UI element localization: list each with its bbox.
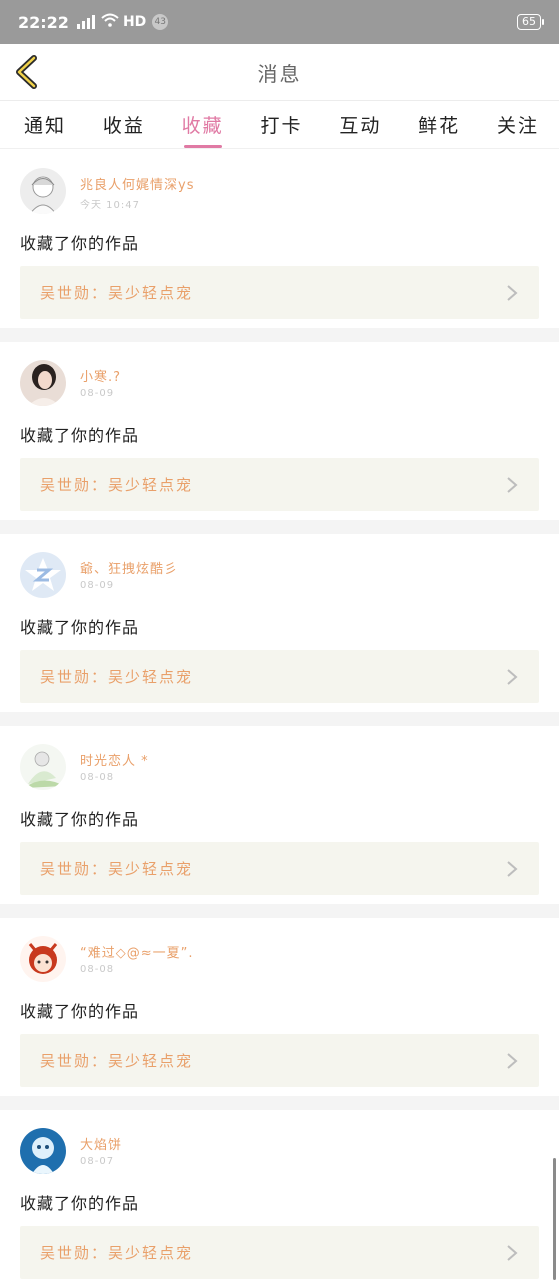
user-name[interactable]: “难过◇@≈一夏”. xyxy=(80,942,194,961)
chevron-right-icon xyxy=(507,284,518,301)
tab-flowers[interactable]: 鲜花 xyxy=(416,103,462,146)
divider xyxy=(0,520,559,534)
work-title: 吴世勋：吴少轻点宠 xyxy=(40,668,194,686)
list-item: “难过◇@≈一夏”. 08-08 收藏了你的作品 吴世勋：吴少轻点宠 xyxy=(0,918,559,1096)
timestamp: 08-09 xyxy=(80,580,115,591)
timestamp: 今天 10:47 xyxy=(80,200,140,211)
timestamp: 08-07 xyxy=(80,1156,115,1167)
tab-bar: 通知 收益 收藏 打卡 互动 鲜花 关注 xyxy=(0,101,559,149)
list-item: 小寒.? 08-09 收藏了你的作品 吴世勋：吴少轻点宠 xyxy=(0,342,559,520)
tab-follows[interactable]: 关注 xyxy=(495,103,541,146)
work-title: 吴世勋：吴少轻点宠 xyxy=(40,476,194,494)
action-text: 收藏了你的作品 xyxy=(20,810,140,829)
work-link[interactable]: 吴世勋：吴少轻点宠 xyxy=(20,458,539,511)
avatar[interactable] xyxy=(20,552,66,598)
action-text: 收藏了你的作品 xyxy=(20,618,140,637)
work-link[interactable]: 吴世勋：吴少轻点宠 xyxy=(20,1226,539,1279)
tab-earnings[interactable]: 收益 xyxy=(101,103,147,146)
chevron-right-icon xyxy=(507,860,518,877)
work-title: 吴世勋：吴少轻点宠 xyxy=(40,860,194,878)
list-item: 时光恋人 * 08-08 收藏了你的作品 吴世勋：吴少轻点宠 xyxy=(0,726,559,904)
notification-count-badge: 43 xyxy=(152,14,169,30)
chevron-right-icon xyxy=(507,668,518,685)
work-link[interactable]: 吴世勋：吴少轻点宠 xyxy=(20,842,539,895)
work-title: 吴世勋：吴少轻点宠 xyxy=(40,1244,194,1262)
list-item: 兆良人何娓情深ys 今天 10:47 收藏了你的作品 吴世勋：吴少轻点宠 xyxy=(0,150,559,328)
action-text: 收藏了你的作品 xyxy=(20,1194,140,1213)
tab-interactions[interactable]: 互动 xyxy=(337,103,383,146)
page-title: 消息 xyxy=(257,61,302,86)
user-name[interactable]: 大焰饼 xyxy=(80,1134,122,1153)
list-item: 大焰饼 08-07 收藏了你的作品 吴世勋：吴少轻点宠 xyxy=(0,1110,559,1280)
divider xyxy=(0,904,559,918)
status-time: 22:22 xyxy=(18,12,69,32)
scrollbar[interactable] xyxy=(553,1158,556,1280)
message-list: 兆良人何娓情深ys 今天 10:47 收藏了你的作品 吴世勋：吴少轻点宠 小寒.… xyxy=(0,150,559,1280)
avatar[interactable] xyxy=(20,936,66,982)
signal-icon xyxy=(76,15,95,29)
timestamp: 08-08 xyxy=(80,964,115,975)
list-item: 爺、狂拽炫酷彡 08-09 收藏了你的作品 吴世勋：吴少轻点宠 xyxy=(0,534,559,712)
user-name[interactable]: 兆良人何娓情深ys xyxy=(80,174,194,193)
action-text: 收藏了你的作品 xyxy=(20,1002,140,1021)
user-name[interactable]: 小寒.? xyxy=(80,366,121,385)
avatar[interactable] xyxy=(20,168,66,214)
divider xyxy=(0,1096,559,1110)
back-button[interactable] xyxy=(10,54,46,90)
battery-icon: 65 xyxy=(517,14,544,30)
chevron-right-icon xyxy=(507,476,518,493)
work-link[interactable]: 吴世勋：吴少轻点宠 xyxy=(20,266,539,319)
chevron-left-icon xyxy=(16,55,37,89)
action-text: 收藏了你的作品 xyxy=(20,234,140,253)
user-name[interactable]: 时光恋人 * xyxy=(80,750,149,769)
timestamp: 08-09 xyxy=(80,388,115,399)
tab-favorites[interactable]: 收藏 xyxy=(180,103,226,148)
avatar[interactable] xyxy=(20,1128,66,1174)
header: 消息 xyxy=(0,44,559,101)
work-link[interactable]: 吴世勋：吴少轻点宠 xyxy=(20,650,539,703)
tab-notifications[interactable]: 通知 xyxy=(22,103,68,146)
network-type: HD xyxy=(122,14,147,30)
work-link[interactable]: 吴世勋：吴少轻点宠 xyxy=(20,1034,539,1087)
wifi-icon xyxy=(101,13,119,31)
avatar[interactable] xyxy=(20,360,66,406)
work-title: 吴世勋：吴少轻点宠 xyxy=(40,1052,194,1070)
avatar[interactable] xyxy=(20,744,66,790)
tab-checkin[interactable]: 打卡 xyxy=(258,103,304,146)
timestamp: 08-08 xyxy=(80,772,115,783)
chevron-right-icon xyxy=(507,1244,518,1261)
status-bar: 22:22 HD 43 65 xyxy=(0,0,559,44)
divider xyxy=(0,328,559,342)
action-text: 收藏了你的作品 xyxy=(20,426,140,445)
chevron-right-icon xyxy=(507,1052,518,1069)
work-title: 吴世勋：吴少轻点宠 xyxy=(40,284,194,302)
divider xyxy=(0,712,559,726)
user-name[interactable]: 爺、狂拽炫酷彡 xyxy=(80,558,178,577)
